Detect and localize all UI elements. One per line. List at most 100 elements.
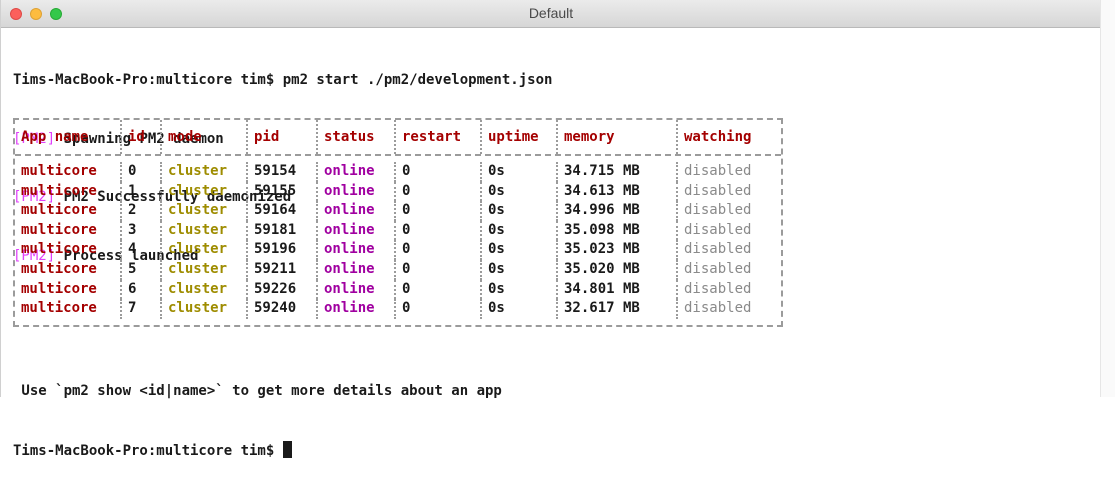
watching-cell: disabled: [684, 300, 752, 317]
watching-cell: disabled: [684, 221, 752, 238]
prompt-line[interactable]: Tims-MacBook-Pro:multicore tim$: [13, 440, 502, 462]
app-name-cell: multicore: [15, 259, 122, 280]
id-cell: 7: [122, 299, 162, 319]
shell-prompt: Tims-MacBook-Pro:multicore tim$: [13, 442, 283, 459]
pid-cell: 59226: [248, 279, 318, 300]
app-name-cell: multicore: [15, 181, 122, 202]
restart-cell: 0: [396, 220, 482, 241]
table-row: multicore 7 cluster 59240 online 0 0s 32.617 MB…: [15, 299, 781, 319]
column-header-memory: memory: [558, 120, 678, 154]
process-table: App name id mode pid status restart uptime memo…: [13, 118, 783, 327]
pid-cell: 59155: [248, 181, 318, 202]
uptime-cell: 0s: [482, 181, 558, 202]
watching-cell: disabled: [684, 182, 752, 199]
memory-cell: 35.020 MB: [558, 259, 678, 280]
table-body: multicore 0 cluster 59154 online 0 0s 34.715 MB…: [15, 156, 781, 325]
mode-cell: cluster: [162, 240, 248, 260]
mode-cell: cluster: [162, 201, 248, 221]
restart-cell: 0: [396, 162, 482, 182]
table-row: multicore 6 cluster 59226 online 0 0s 34.801 MB…: [15, 279, 781, 300]
table-row: multicore 1 cluster 59155 online 0 0s 34.613 MB…: [15, 181, 781, 202]
pid-cell: 59181: [248, 220, 318, 241]
uptime-cell: 0s: [482, 162, 558, 182]
hint-line: Use `pm2 show <id|name>` to get more det…: [13, 383, 502, 399]
watching-cell: disabled: [684, 280, 752, 297]
uptime-cell: 0s: [482, 220, 558, 241]
memory-cell: 34.996 MB: [558, 201, 678, 221]
id-cell: 5: [122, 259, 162, 280]
pid-cell: 59154: [248, 162, 318, 182]
id-cell: 4: [122, 240, 162, 260]
column-header-id: id: [122, 120, 162, 154]
table-row: multicore 3 cluster 59181 online 0 0s 35.098 MB…: [15, 220, 781, 241]
uptime-cell: 0s: [482, 240, 558, 260]
status-cell: online: [318, 259, 396, 280]
watching-cell: disabled: [684, 260, 752, 277]
id-cell: 0: [122, 162, 162, 182]
pid-cell: 59164: [248, 201, 318, 221]
status-cell: online: [318, 240, 396, 260]
scrollbar[interactable]: [1100, 0, 1115, 397]
app-name-cell: multicore: [15, 279, 122, 300]
status-cell: online: [318, 220, 396, 241]
status-cell: online: [318, 162, 396, 182]
column-header-uptime: uptime: [482, 120, 558, 154]
restart-cell: 0: [396, 181, 482, 202]
status-cell: online: [318, 299, 396, 319]
memory-cell: 35.023 MB: [558, 240, 678, 260]
app-name-cell: multicore: [15, 201, 122, 221]
restart-cell: 0: [396, 240, 482, 260]
uptime-cell: 0s: [482, 201, 558, 221]
restart-cell: 0: [396, 279, 482, 300]
column-header-mode: mode: [162, 120, 248, 154]
memory-cell: 34.613 MB: [558, 181, 678, 202]
mode-cell: cluster: [162, 220, 248, 241]
status-cell: online: [318, 201, 396, 221]
restart-cell: 0: [396, 259, 482, 280]
restart-cell: 0: [396, 201, 482, 221]
uptime-cell: 0s: [482, 299, 558, 319]
terminal-footer: Use `pm2 show <id|name>` to get more det…: [13, 343, 502, 500]
terminal-window: Default Tims-MacBook-Pro:multicore tim$ …: [0, 0, 1102, 459]
id-cell: 1: [122, 181, 162, 202]
text-cursor: [282, 440, 292, 458]
mode-cell: cluster: [162, 279, 248, 300]
table-row: multicore 4 cluster 59196 online 0 0s 35.023 MB…: [15, 240, 781, 260]
watching-cell: disabled: [684, 163, 752, 179]
column-header-app-name: App name: [15, 120, 122, 154]
watching-cell: disabled: [684, 241, 752, 258]
app-name-cell: multicore: [15, 299, 122, 319]
column-header-watching: watching: [684, 129, 752, 145]
id-cell: 6: [122, 279, 162, 300]
table-row: multicore 2 cluster 59164 online 0 0s 34.996 MB…: [15, 201, 781, 221]
app-name-cell: multicore: [15, 162, 122, 182]
mode-cell: cluster: [162, 181, 248, 202]
app-name-cell: multicore: [15, 220, 122, 241]
column-header-pid: pid: [248, 120, 318, 154]
column-header-restart: restart: [396, 120, 482, 154]
pid-cell: 59196: [248, 240, 318, 260]
status-cell: online: [318, 279, 396, 300]
pid-cell: 59240: [248, 299, 318, 319]
uptime-cell: 0s: [482, 279, 558, 300]
table-row: multicore 5 cluster 59211 online 0 0s 35.020 MB…: [15, 259, 781, 280]
title-bar: Default: [1, 0, 1101, 28]
watching-cell: disabled: [684, 202, 752, 219]
status-cell: online: [318, 181, 396, 202]
mode-cell: cluster: [162, 299, 248, 319]
app-name-cell: multicore: [15, 240, 122, 260]
id-cell: 2: [122, 201, 162, 221]
memory-cell: 34.715 MB: [558, 162, 678, 182]
memory-cell: 35.098 MB: [558, 220, 678, 241]
id-cell: 3: [122, 220, 162, 241]
mode-cell: cluster: [162, 162, 248, 182]
command-line: Tims-MacBook-Pro:multicore tim$ pm2 star…: [13, 72, 553, 88]
table-header-row: App name id mode pid status restart uptime memo…: [15, 120, 781, 156]
memory-cell: 32.617 MB: [558, 299, 678, 319]
window-title: Default: [528, 5, 574, 21]
table-row: multicore 0 cluster 59154 online 0 0s 34.715 MB…: [15, 162, 781, 182]
memory-cell: 34.801 MB: [558, 279, 678, 300]
mode-cell: cluster: [162, 259, 248, 280]
restart-cell: 0: [396, 299, 482, 319]
column-header-status: status: [318, 120, 396, 154]
